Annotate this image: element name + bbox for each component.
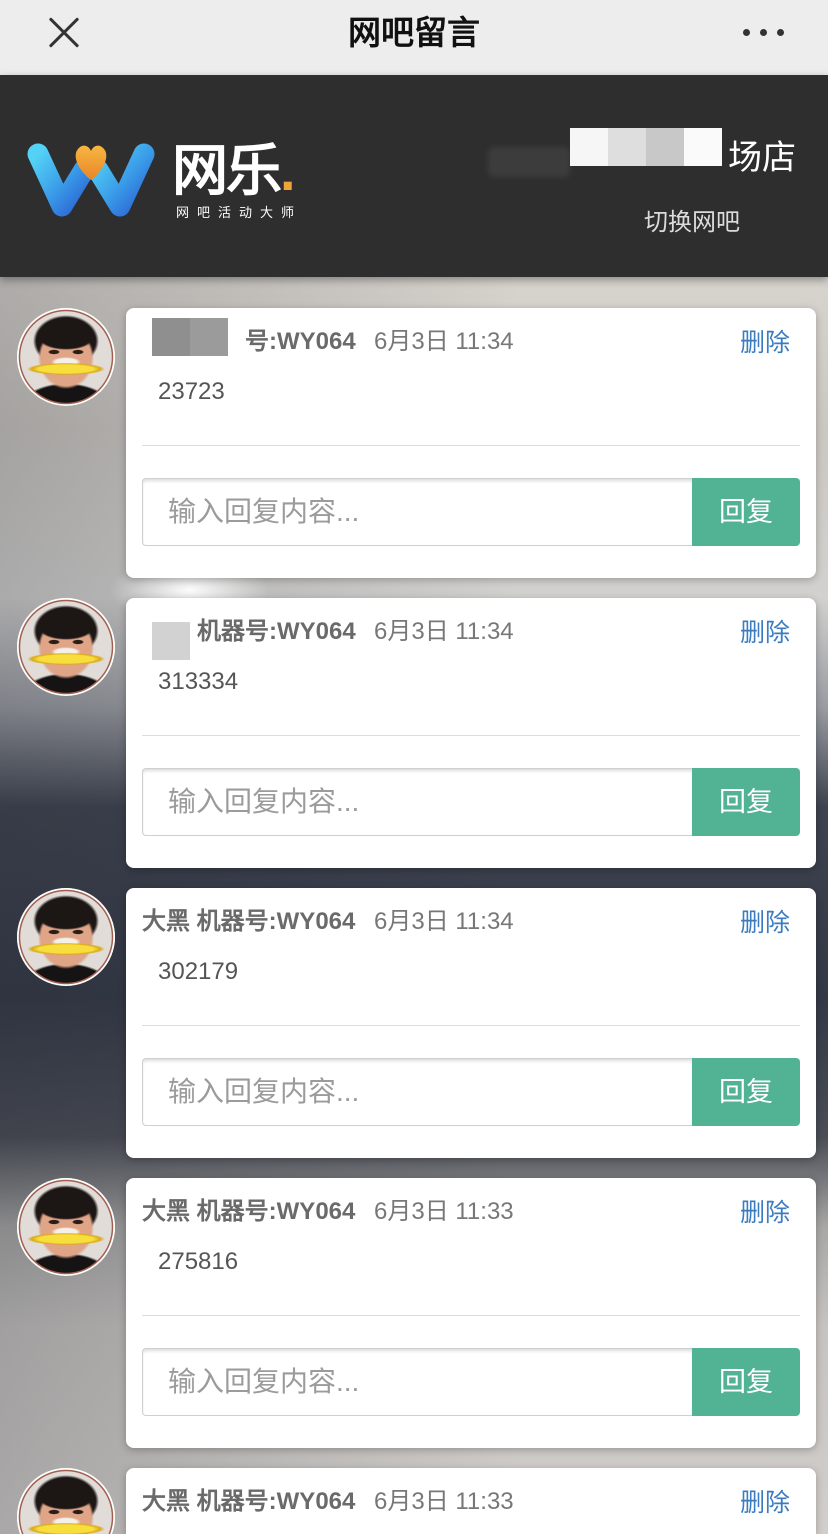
reply-button[interactable]: 回复 <box>692 1348 800 1416</box>
message-author: 大黑 机器号:WY064 <box>142 1488 356 1515</box>
top-bar: 网吧留言 <box>0 0 828 75</box>
store-header: 网乐. 网吧活动大师 场店 切换网吧 <box>0 75 828 277</box>
more-icon-dot <box>743 29 750 36</box>
logo-wordmark: 网乐. <box>172 139 296 202</box>
delete-link[interactable]: 删除 <box>740 618 790 648</box>
delete-link[interactable]: 删除 <box>740 1198 790 1228</box>
reply-button[interactable]: 回复 <box>692 478 800 546</box>
store-name-redaction <box>488 147 570 177</box>
reply-input[interactable] <box>142 1058 692 1126</box>
message-time: 6月3日 11:34 <box>374 618 514 645</box>
delete-link[interactable]: 删除 <box>740 908 790 938</box>
more-icon-dot <box>777 29 784 36</box>
message-time: 6月3日 11:33 <box>374 1488 514 1515</box>
divider <box>142 445 800 446</box>
logo-text: 网乐 <box>172 139 282 202</box>
avatar[interactable] <box>17 1178 115 1276</box>
message-card: 机器号:WY064 6月3日 11:34 删除 313334 回复 <box>126 598 816 868</box>
mosaic-block <box>152 318 190 356</box>
avatar[interactable] <box>17 308 115 406</box>
reply-button[interactable]: 回复 <box>692 768 800 836</box>
author-mosaic <box>152 622 190 660</box>
page-title: 网吧留言 <box>348 14 480 51</box>
avatar[interactable] <box>17 598 115 696</box>
delete-link[interactable]: 删除 <box>740 1488 790 1518</box>
more-icon-dot <box>760 29 767 36</box>
reply-input[interactable] <box>142 478 692 546</box>
divider <box>142 735 800 736</box>
mosaic-block <box>646 128 684 166</box>
mosaic-block <box>190 318 228 356</box>
wangle-w-logo-icon <box>27 143 155 217</box>
message-author: 大黑 机器号:WY064 <box>142 1198 356 1225</box>
message-author: 号:WY064 <box>245 328 356 355</box>
message-time: 6月3日 11:33 <box>374 1198 514 1225</box>
avatar[interactable] <box>17 888 115 986</box>
divider <box>142 1025 800 1026</box>
mosaic-block <box>608 128 646 166</box>
author-mosaic <box>152 318 228 356</box>
mosaic-block <box>684 128 722 166</box>
reply-input[interactable] <box>142 1348 692 1416</box>
message-card: 大黑 机器号:WY064 6月3日 11:33 删除 <box>126 1468 816 1534</box>
mosaic-block <box>152 622 190 660</box>
message-content: 275816 <box>158 1248 239 1275</box>
reply-input[interactable] <box>142 768 692 836</box>
more-icon[interactable] <box>743 29 784 36</box>
switch-store-button[interactable]: 切换网吧 <box>644 208 740 238</box>
message-time: 6月3日 11:34 <box>374 908 514 935</box>
logo-dot: . <box>280 139 296 202</box>
delete-link[interactable]: 删除 <box>740 328 790 358</box>
message-card: 号:WY064 6月3日 11:34 删除 23723 回复 <box>126 308 816 578</box>
reply-button[interactable]: 回复 <box>692 1058 800 1126</box>
store-name: 场店 <box>728 139 796 177</box>
logo-tagline: 网吧活动大师 <box>176 205 303 220</box>
store-name-mosaic <box>570 128 722 166</box>
message-card: 大黑 机器号:WY064 6月3日 11:33 删除 275816 回复 <box>126 1178 816 1448</box>
divider <box>142 1315 800 1316</box>
message-author: 机器号:WY064 <box>197 618 356 645</box>
message-card: 大黑 机器号:WY064 6月3日 11:34 删除 302179 回复 <box>126 888 816 1158</box>
message-author: 大黑 机器号:WY064 <box>142 908 356 935</box>
message-time: 6月3日 11:34 <box>374 328 514 355</box>
message-content: 313334 <box>158 668 239 695</box>
message-content: 23723 <box>158 378 225 405</box>
mosaic-block <box>570 128 608 166</box>
message-content: 302179 <box>158 958 239 985</box>
